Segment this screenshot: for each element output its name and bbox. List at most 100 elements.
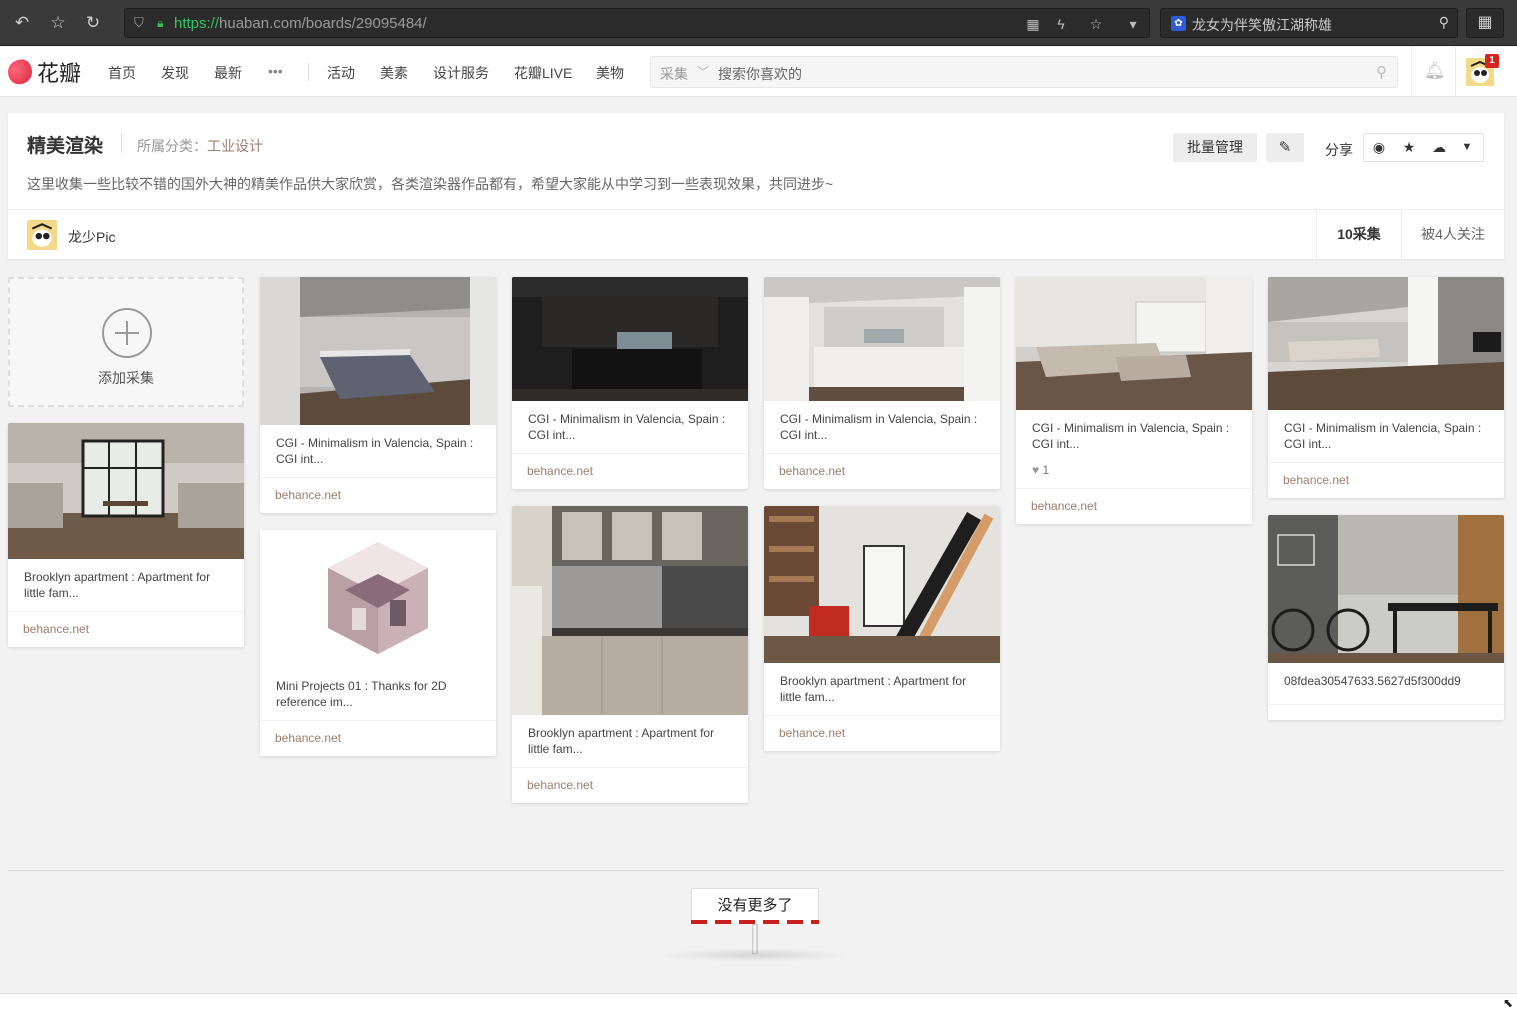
- logo-text: 花瓣: [37, 61, 82, 86]
- board-owner-bar: 龙少Pic 10采集 被4人关注: [8, 209, 1504, 259]
- nav-meiwu[interactable]: 美物: [596, 63, 624, 83]
- title-divider: [121, 133, 122, 153]
- end-divider: [8, 870, 1504, 871]
- weibo-icon[interactable]: ◉: [1369, 139, 1389, 157]
- pin-image[interactable]: [1268, 515, 1504, 663]
- add-pin-label: 添加采集: [98, 370, 154, 386]
- pin-source[interactable]: behance.net: [512, 453, 748, 489]
- site-search-box[interactable]: 采集 ﹀ 搜索你喜欢的 ⚲: [650, 56, 1398, 88]
- wechat-icon[interactable]: ☁: [1429, 139, 1449, 157]
- followers-tab[interactable]: 被4人关注: [1401, 210, 1504, 259]
- likes-count: 1: [1042, 463, 1050, 477]
- board-info-panel: 精美渲染 所属分类：工业设计 这里收集一些比较不错的国外大神的精美作品供大家欣赏…: [8, 113, 1504, 259]
- board-description: 这里收集一些比较不错的国外大神的精美作品供大家欣赏，各类渲染器作品都有，希望大家…: [27, 176, 834, 192]
- plus-icon: [102, 308, 152, 358]
- pin-card[interactable]: 08fdea30547633.5627d5f300dd9: [1268, 515, 1504, 720]
- nav-design-service[interactable]: 设计服务: [433, 63, 489, 83]
- pin-image[interactable]: [1016, 277, 1252, 410]
- pin-card[interactable]: Brooklyn apartment : Apartment for littl…: [764, 506, 1000, 751]
- header-separator: [1455, 47, 1456, 97]
- share-label: 分享: [1325, 142, 1353, 158]
- star-icon[interactable]: ☆: [46, 11, 70, 35]
- pin-description: CGI - Minimalism in Valencia, Spain : CG…: [276, 436, 474, 466]
- owner-avatar[interactable]: [27, 220, 57, 250]
- shield-icon: ⛉: [134, 15, 144, 30]
- add-pin-button[interactable]: 添加采集: [8, 277, 244, 407]
- pin-card[interactable]: CGI - Minimalism in Valencia, Spain : CG…: [260, 277, 496, 513]
- petal-logo-icon: [5, 57, 35, 87]
- nav-discover[interactable]: 发现: [161, 63, 189, 83]
- pin-image[interactable]: [764, 506, 1000, 663]
- batch-manage-button[interactable]: 批量管理: [1173, 133, 1257, 162]
- site-logo[interactable]: 花瓣: [5, 57, 82, 87]
- back-icon[interactable]: ↶: [10, 11, 34, 35]
- pins-count-tab[interactable]: 10采集: [1316, 210, 1401, 259]
- category-line: 所属分类：工业设计: [137, 136, 263, 156]
- pin-description: Brooklyn apartment : Apartment for littl…: [24, 570, 211, 600]
- favorite-star-icon[interactable]: ★: [1399, 139, 1419, 157]
- search-icon[interactable]: ⚲: [1439, 14, 1449, 31]
- nav-more[interactable]: •••: [268, 63, 283, 79]
- pin-description: CGI - Minimalism in Valencia, Spain : CG…: [528, 412, 726, 442]
- pin-source[interactable]: behance.net: [1268, 462, 1504, 498]
- search-input[interactable]: 搜索你喜欢的: [718, 64, 802, 84]
- pin-source[interactable]: behance.net: [260, 477, 496, 513]
- pin-card[interactable]: Mini Projects 01 : Thanks for 2D referen…: [260, 530, 496, 756]
- address-bar[interactable]: ⛉ 🔒︎ https://huaban.com/boards/29095484/…: [124, 8, 1150, 38]
- browser-search-box[interactable]: ✿ 龙女为伴笑傲江湖称雄 ⚲: [1160, 8, 1458, 38]
- bookmark-star-icon[interactable]: ☆: [1086, 14, 1106, 34]
- pin-source[interactable]: behance.net: [8, 611, 244, 647]
- pin-source[interactable]: behance.net: [764, 453, 1000, 489]
- pin-source[interactable]: behance.net: [764, 715, 1000, 751]
- pin-description: CGI - Minimalism in Valencia, Spain : CG…: [1032, 421, 1230, 451]
- qr-code-icon[interactable]: ▦: [1023, 14, 1043, 34]
- pin-description: Brooklyn apartment : Apartment for littl…: [528, 726, 715, 756]
- category-link[interactable]: 工业设计: [207, 138, 263, 154]
- page-title: 精美渲染: [27, 136, 104, 157]
- pin-image[interactable]: [260, 277, 496, 425]
- reload-icon[interactable]: ↻: [81, 11, 105, 35]
- pin-source[interactable]: behance.net: [512, 767, 748, 803]
- pin-card[interactable]: CGI - Minimalism in Valencia, Spain : CG…: [764, 277, 1000, 489]
- pin-description: CGI - Minimalism in Valencia, Spain : CG…: [780, 412, 978, 442]
- nav-latest[interactable]: 最新: [214, 63, 242, 83]
- pin-description: Brooklyn apartment : Apartment for littl…: [780, 674, 967, 704]
- pin-card[interactable]: Brooklyn apartment : Apartment for littl…: [512, 506, 748, 803]
- pin-source[interactable]: behance.net: [260, 720, 496, 756]
- pin-card[interactable]: CGI - Minimalism in Valencia, Spain : CG…: [1016, 277, 1252, 524]
- nav-home[interactable]: 首页: [108, 63, 136, 83]
- apps-menu-icon[interactable]: ▦: [1466, 8, 1504, 38]
- dropdown-icon[interactable]: ▾: [1123, 14, 1143, 34]
- owner-name[interactable]: 龙少Pic: [68, 227, 115, 247]
- pencil-icon: ✎: [1278, 139, 1292, 156]
- chevron-down-icon[interactable]: ﹀: [697, 63, 709, 80]
- pin-image[interactable]: [764, 277, 1000, 401]
- nav-events[interactable]: 活动: [327, 63, 355, 83]
- pin-likes: ♥ 1: [1016, 462, 1252, 488]
- lightning-icon[interactable]: ϟ: [1051, 14, 1071, 34]
- nav-meisu[interactable]: 美素: [380, 63, 408, 83]
- notification-badge: 1: [1485, 54, 1499, 68]
- url-text[interactable]: https://huaban.com/boards/29095484/: [174, 15, 427, 32]
- edit-button[interactable]: ✎: [1266, 133, 1304, 162]
- pin-card[interactable]: CGI - Minimalism in Valencia, Spain : CG…: [512, 277, 748, 489]
- pin-image[interactable]: [512, 277, 748, 401]
- bell-icon[interactable]: 🔔︎: [1424, 61, 1446, 81]
- browser-search-text[interactable]: 龙女为伴笑傲江湖称雄: [1192, 15, 1332, 35]
- pin-card[interactable]: Brooklyn apartment : Apartment for littl…: [8, 423, 244, 647]
- pin-source[interactable]: behance.net: [1016, 488, 1252, 524]
- sign-shadow: [660, 948, 850, 962]
- resize-cursor-icon: ⬉: [1503, 996, 1514, 1010]
- nav-live[interactable]: 花瓣LIVE: [514, 63, 572, 83]
- pin-image[interactable]: [8, 423, 244, 559]
- heart-icon[interactable]: ♥: [1032, 463, 1039, 477]
- pin-image[interactable]: [260, 530, 496, 668]
- search-category[interactable]: 采集: [660, 64, 688, 84]
- share-dropdown-icon[interactable]: ▼: [1457, 141, 1477, 159]
- pin-image[interactable]: [1268, 277, 1504, 410]
- status-bar: [0, 993, 1517, 1010]
- search-icon[interactable]: ⚲: [1376, 63, 1387, 81]
- lock-icon: 🔒︎: [157, 16, 164, 30]
- pin-image[interactable]: [512, 506, 748, 715]
- pin-card[interactable]: CGI - Minimalism in Valencia, Spain : CG…: [1268, 277, 1504, 498]
